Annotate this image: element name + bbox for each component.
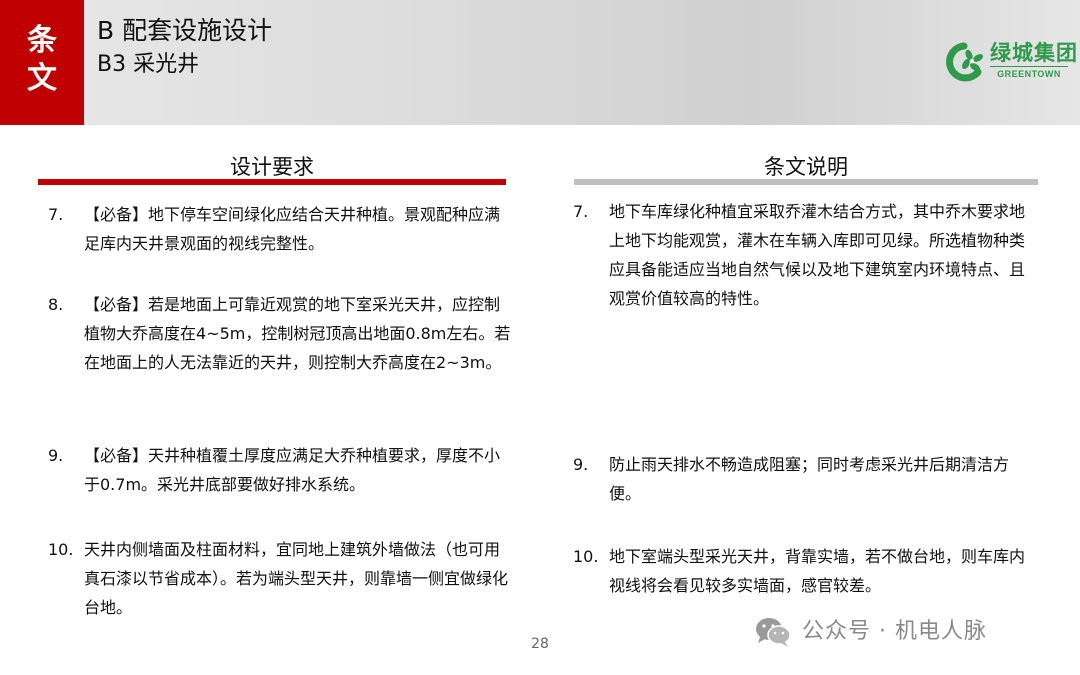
item-text: 地下车库绿化种植宜采取乔灌木结合方式，其中乔木要求地上地下均能观赏，灌木在车辆入… <box>609 202 1026 308</box>
item-number: 8. <box>48 295 64 314</box>
side-label-box: 条 文 <box>0 0 84 125</box>
logo-subtitle: GREENTOWN <box>990 66 1068 81</box>
wechat-icon <box>756 618 791 647</box>
item-number: 7. <box>48 205 64 224</box>
item-number: 9. <box>573 455 589 474</box>
item-number: 10. <box>573 547 599 566</box>
left-heading-underline <box>38 179 506 185</box>
side-label-char-2: 文 <box>27 61 57 96</box>
item-number: 7. <box>573 202 589 221</box>
item-text: 【必备】若是地面上可靠近观赏的地下室采光天井，应控制植物大乔高度在4~5m，控制… <box>84 295 511 372</box>
item-text: 防止雨天排水不畅造成阻塞；同时考虑采光井后期清洁方便。 <box>609 455 1010 503</box>
page-subtitle: B3 采光井 <box>97 52 200 77</box>
item-text: 地下室端头型采光天井，背靠实墙，若不做台地，则车库内视线将会看见较多实墙面，感官… <box>609 547 1026 595</box>
item-text: 【必备】地下停车空间绿化应结合天井种植。景观配种应满足库内天井景观面的视线完整性… <box>84 205 501 253</box>
logo-name: 绿城集团 <box>990 41 1078 65</box>
item-text: 【必备】天井种植覆土厚度应满足大乔种植要求，厚度不小于0.7m。采光井底部要做好… <box>84 446 501 494</box>
item-number: 9. <box>48 446 64 465</box>
item-number: 10. <box>48 540 74 559</box>
right-column-heading: 条文说明 <box>764 155 848 179</box>
right-heading-underline <box>574 179 1038 185</box>
greentown-logo-icon <box>946 42 984 82</box>
greentown-logo: 绿城集团 GREENTOWN <box>942 40 1077 84</box>
page-number: 28 <box>531 636 549 652</box>
watermark-text: 公众号 · 机电人脉 <box>802 619 987 644</box>
page-title: B 配套设施设计 <box>97 16 273 45</box>
item-text: 天井内侧墙面及柱面材料，宜同地上建筑外墙做法（也可用真石漆以节省成本）。若为端头… <box>84 540 509 617</box>
side-label-char-1: 条 <box>27 23 57 58</box>
left-column-heading: 设计要求 <box>230 155 314 179</box>
